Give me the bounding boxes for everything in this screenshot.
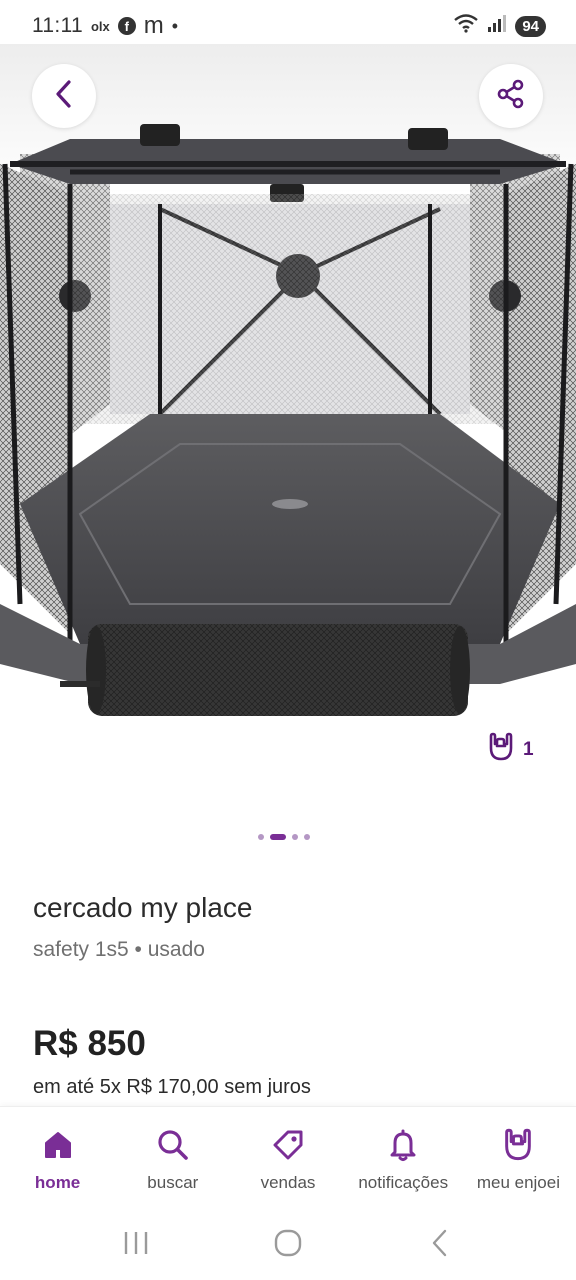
- like-count: 1: [523, 739, 534, 760]
- recent-apps-icon: [122, 1230, 150, 1261]
- nav-item-home[interactable]: home: [0, 1107, 115, 1210]
- rock-hand-icon: [500, 1127, 536, 1163]
- tag-icon: [270, 1127, 306, 1163]
- like-counter[interactable]: 1: [487, 732, 534, 768]
- carousel-dot: [258, 834, 264, 840]
- signal-icon: [487, 14, 507, 38]
- share-icon: [496, 79, 526, 114]
- installment-info: em até 5x R$ 170,00 sem juros: [33, 1076, 311, 1098]
- battery-indicator: 94: [515, 15, 546, 37]
- nav-label-meu-enjoei: meu enjoei: [476, 1173, 560, 1192]
- olx-notification-icon: olx: [90, 18, 110, 34]
- nav-label-notificacoes: notificações: [358, 1173, 449, 1192]
- wifi-icon: [453, 13, 479, 39]
- nav-item-buscar[interactable]: buscar: [115, 1107, 230, 1210]
- facebook-notification-icon: f: [117, 17, 136, 35]
- back-system-button[interactable]: [410, 1220, 470, 1270]
- bottom-nav: home buscar vendas notificações meu enjo…: [0, 1106, 576, 1210]
- share-button[interactable]: [479, 64, 543, 128]
- search-icon: [155, 1127, 191, 1163]
- nav-label-home: home: [34, 1173, 81, 1192]
- product-image-carousel[interactable]: 1: [0, 44, 576, 800]
- nav-item-notificacoes[interactable]: notificações: [346, 1107, 461, 1210]
- nav-item-vendas[interactable]: vendas: [230, 1107, 345, 1210]
- carousel-dot: [304, 834, 310, 840]
- nav-item-meu-enjoei[interactable]: meu enjoei: [461, 1107, 576, 1210]
- product-title: cercado my place: [33, 892, 253, 923]
- carousel-dot: [292, 834, 298, 840]
- status-time: 11:11: [32, 14, 83, 37]
- rock-hand-icon: [487, 732, 515, 768]
- nav-label-buscar: buscar: [147, 1173, 199, 1192]
- home-circle-icon: [273, 1228, 303, 1263]
- carousel-indicator: [258, 834, 310, 840]
- more-notifications-dot: •: [171, 15, 179, 36]
- product-price: R$ 850: [33, 1024, 146, 1063]
- bell-icon: [385, 1127, 421, 1163]
- recent-apps-button[interactable]: [106, 1220, 166, 1270]
- nav-label-vendas: vendas: [260, 1173, 316, 1192]
- product-image: [0, 124, 576, 716]
- m-notification-icon: m: [143, 12, 164, 39]
- status-right: 94: [453, 13, 546, 39]
- home-system-button[interactable]: [258, 1220, 318, 1270]
- back-arrow-icon: [429, 1228, 451, 1263]
- carousel-dot-active: [270, 834, 286, 840]
- back-button[interactable]: [32, 64, 96, 128]
- system-nav-bar: [0, 1210, 576, 1280]
- chevron-left-icon: [53, 79, 75, 114]
- home-icon: [40, 1127, 76, 1163]
- product-subtitle: safety 1s5 • usado: [33, 938, 205, 961]
- status-left: 11:11 olx f m •: [32, 14, 178, 38]
